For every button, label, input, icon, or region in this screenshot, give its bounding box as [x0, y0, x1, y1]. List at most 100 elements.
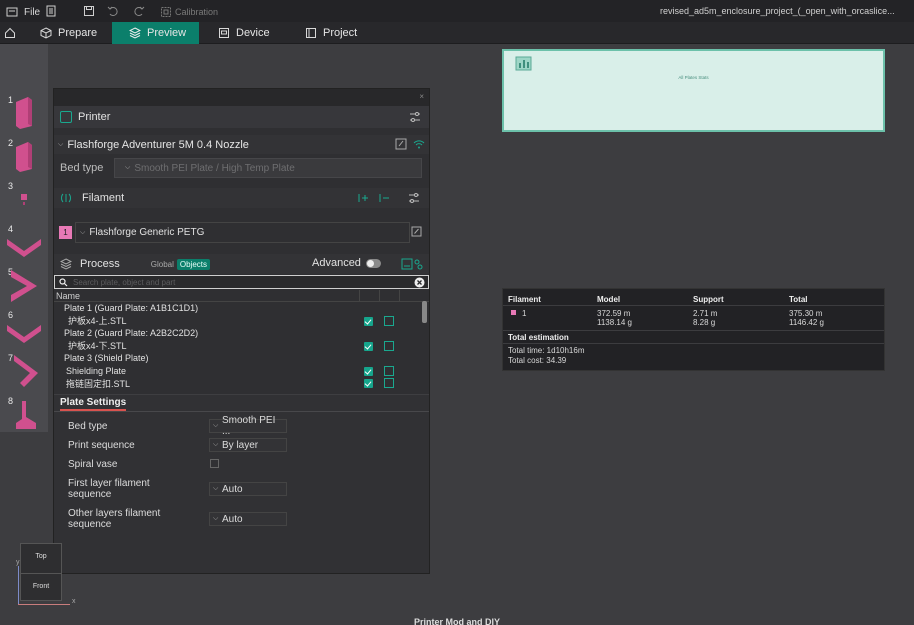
menu-icon [6, 7, 18, 17]
tree-item-label: Shielding Plate [66, 365, 127, 376]
plate-thumbnail-2[interactable]: 2 [2, 135, 45, 176]
ps-bed-type-dropdown[interactable]: ⌵ Smooth PEI ... [209, 415, 287, 437]
filament-settings-icon[interactable] [408, 192, 420, 204]
bottom-banner-text: Printer Mod and DIY [414, 617, 501, 625]
plate-thumbnail-3[interactable]: 3 [2, 178, 45, 219]
title-bar: File Calibration revised_ad5m_enclosure_… [0, 0, 914, 22]
remove-filament-icon[interactable] [378, 192, 390, 204]
close-icon[interactable]: × [419, 92, 424, 101]
plate-thumbnail-8[interactable]: 8 [2, 393, 45, 434]
mode-objects-button[interactable]: Objects [176, 258, 210, 270]
advanced-toggle[interactable] [365, 258, 381, 268]
ps-other-layers-label-line1: Other layers filament [68, 508, 161, 519]
printer-bed-type-row: Bed type ⌵ Smooth PEI Plate / High Temp … [54, 157, 429, 179]
x-axis-label: x [72, 598, 76, 605]
object-settings-icon[interactable] [384, 340, 394, 351]
wifi-icon[interactable] [413, 138, 425, 150]
tree-plate-item[interactable]: Plate 2 (Guard Plate: A2B2C2D2) [54, 327, 422, 340]
plate-model-preview [21, 194, 27, 205]
ps-other-layers-dropdown[interactable]: ⌵ Auto [209, 512, 287, 526]
stats-support-weight: 8.28 g [693, 318, 716, 327]
plate-model-preview [11, 270, 37, 302]
tab-device-label: Device [236, 27, 270, 39]
ps-bed-type-value: Smooth PEI ... [222, 415, 276, 437]
search-placeholder: Search plate, object and part [73, 277, 176, 287]
plate-model-preview [7, 325, 41, 343]
total-cost: Total cost: 34.39 [508, 356, 567, 365]
ps-first-layer-label-line2: sequence [68, 489, 112, 500]
ps-print-sequence-value: By layer [222, 439, 259, 451]
save-icon[interactable] [83, 5, 95, 17]
plate-number: 3 [8, 181, 14, 191]
tree-plate-item[interactable]: Plate 1 (Guard Plate: A1B1C1D1) [54, 302, 422, 315]
calibration-button[interactable]: Calibration [160, 6, 218, 18]
printable-checkbox[interactable] [364, 366, 373, 376]
tree-object-item[interactable]: 护板x4-上.STL [54, 315, 422, 328]
layers-icon [129, 27, 141, 39]
add-filament-icon[interactable] [357, 192, 369, 204]
navcube-front-face[interactable]: Front [21, 583, 61, 590]
chevron-down-icon: ⌵ [213, 441, 219, 448]
tree-object-item[interactable]: 拖链固定扣.STL [54, 377, 422, 390]
advanced-label: Advanced [312, 257, 361, 269]
printable-checkbox[interactable] [364, 379, 373, 388]
edit-icon[interactable] [411, 226, 422, 237]
plate-thumbnail-5[interactable]: 5 [2, 264, 45, 305]
plate-number: 4 [8, 224, 14, 234]
tree-object-item[interactable]: Shielding Plate [54, 365, 422, 378]
ps-print-sequence-label: Print sequence [68, 440, 135, 451]
tree-item-label: 护板x4-下.STL [68, 341, 127, 352]
all-plates-stats-thumbnail[interactable]: All Plates Stats [502, 49, 885, 132]
filament-slot-badge[interactable]: 1 [59, 226, 72, 239]
printer-settings-icon[interactable] [409, 111, 421, 123]
ps-print-sequence-dropdown[interactable]: ⌵ By layer [209, 438, 287, 452]
printer-name: Flashforge Adventurer 5M 0.4 Nozzle [67, 138, 249, 151]
undo-icon[interactable] [107, 5, 119, 17]
filament-dropdown[interactable]: ⌵ Flashforge Generic PETG [75, 222, 422, 243]
navcube-top-face[interactable]: Top [21, 553, 61, 560]
ps-spiral-vase-checkbox[interactable] [210, 459, 219, 468]
printable-checkbox[interactable] [364, 341, 373, 351]
y-axis-line [18, 566, 19, 604]
object-settings-icon[interactable] [384, 378, 394, 388]
chevron-down-icon: ⌵ [125, 164, 131, 171]
printable-checkbox[interactable] [364, 316, 373, 326]
process-settings-icon[interactable] [401, 258, 423, 270]
navcube-edge [21, 573, 61, 574]
view-navigation-cube[interactable]: Top Front [20, 543, 62, 601]
ps-first-layer-dropdown[interactable]: ⌵ Auto [209, 482, 287, 496]
printer-selector[interactable]: ⌵ Flashforge Adventurer 5M 0.4 Nozzle [54, 135, 429, 154]
document-icon[interactable] [45, 5, 57, 17]
bed-type-dropdown[interactable]: ⌵ Smooth PEI Plate / High Temp Plate [114, 158, 422, 178]
tab-preview[interactable]: Preview [112, 22, 199, 44]
chevron-down-icon: ⌵ [213, 515, 219, 522]
edit-icon[interactable] [395, 138, 407, 150]
home-button[interactable] [4, 22, 20, 44]
process-layers-icon [60, 258, 72, 270]
plate-thumbnail-6[interactable]: 6 [2, 307, 45, 348]
tab-device[interactable]: Device [218, 22, 288, 44]
redo-icon[interactable] [133, 5, 145, 17]
mode-global-button[interactable]: Global [148, 259, 177, 270]
plate-model-preview [16, 97, 32, 129]
stats-total-weight: 1146.42 g [789, 318, 824, 327]
object-settings-icon[interactable] [384, 315, 394, 326]
tree-object-item[interactable]: 护板x4-下.STL [54, 340, 422, 353]
plate-thumbnail-1[interactable]: 1 [2, 92, 45, 133]
stats-header-support: Support [693, 295, 724, 304]
filament-icon [61, 193, 71, 203]
tab-project[interactable]: Project [305, 22, 375, 44]
stats-divider [503, 330, 884, 331]
tab-prepare[interactable]: Prepare [32, 22, 112, 44]
object-search-box[interactable]: Search plate, object and part [54, 275, 429, 289]
object-tree-scrollbar[interactable] [422, 301, 427, 323]
process-section-header: Process Global Objects Advanced [54, 254, 429, 274]
file-menu[interactable]: File [6, 6, 40, 18]
plate-thumbnail-7[interactable]: 7 [2, 350, 45, 391]
tree-plate-item[interactable]: Plate 3 (Shield Plate) [54, 352, 422, 365]
stats-header-filament: Filament [508, 295, 541, 304]
object-settings-icon[interactable] [384, 365, 394, 376]
plate-settings-tab[interactable]: Plate Settings [60, 397, 127, 411]
clear-search-icon[interactable] [414, 277, 425, 288]
plate-thumbnail-4[interactable]: 4 [2, 221, 45, 262]
